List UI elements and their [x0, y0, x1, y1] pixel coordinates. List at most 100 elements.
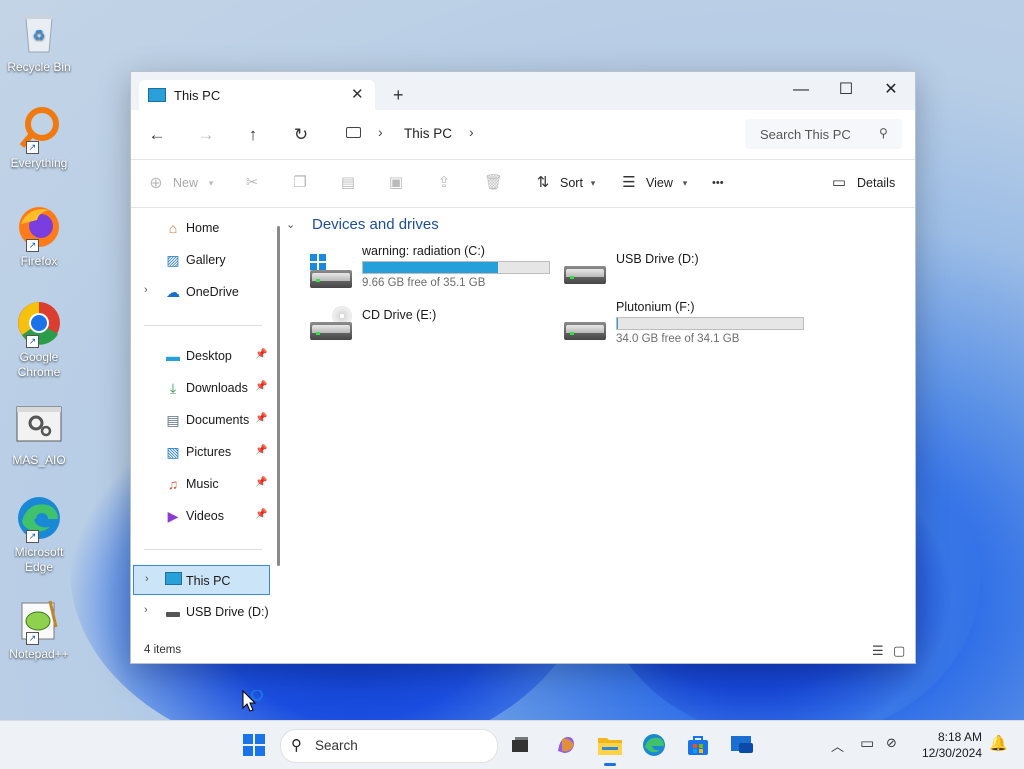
desktop-icon-everything[interactable]: ↗ Everything: [4, 106, 74, 171]
view-button[interactable]: View: [646, 176, 673, 190]
sort-button[interactable]: Sort: [560, 176, 583, 190]
pin-icon[interactable]: 📌: [255, 509, 267, 520]
group-header-devices[interactable]: Devices and drives: [312, 216, 439, 233]
drive-item-e[interactable]: CD Drive (E:): [310, 300, 550, 350]
more-options-button[interactable]: •••: [712, 177, 724, 189]
monitoring-app-icon[interactable]: [729, 733, 755, 759]
chevron-right-icon[interactable]: ›: [469, 124, 474, 140]
drive-usage-bar: [362, 261, 550, 274]
minimize-button[interactable]: —: [786, 78, 816, 102]
chevron-right-icon[interactable]: ›: [378, 124, 383, 140]
sidebar-item-label: Home: [186, 221, 220, 235]
desktop-icon-notepadpp[interactable]: ↗ Notepad++: [4, 597, 74, 662]
monitor-icon: [148, 88, 166, 102]
document-icon: ▤: [166, 412, 180, 428]
copy-icon[interactable]: ❐: [292, 173, 308, 191]
details-pane-icon: ▭: [831, 174, 847, 191]
drive-name: Plutonium (F:): [616, 300, 695, 314]
hard-drive-icon: [564, 312, 606, 342]
sidebar-item-usb-drive[interactable]: › USB Drive (D:): [141, 599, 273, 625]
picture-icon: ▧: [166, 444, 180, 460]
search-box[interactable]: Search This PC ⚲: [745, 119, 902, 149]
microsoft-store-icon[interactable]: [685, 733, 711, 759]
details-view-icon[interactable]: ☰: [872, 643, 884, 659]
new-button[interactable]: New: [173, 176, 198, 190]
pin-icon[interactable]: 📌: [255, 413, 267, 424]
drive-item-c[interactable]: warning: radiation (C:) 9.66 GB free of …: [310, 244, 550, 294]
sidebar-item-documents[interactable]: ▤ Documents 📌: [141, 407, 273, 433]
task-view-icon[interactable]: [507, 733, 533, 759]
network-icon[interactable]: ▭: [860, 734, 874, 752]
taskbar: ⚲ Search ︿ ▭ ⊘ 8:18 AM 12/30/2024 🔔: [0, 720, 1024, 769]
shortcut-arrow-icon: ↗: [26, 530, 39, 543]
desktop-icon-edge[interactable]: ↗ Microsoft Edge: [4, 495, 74, 575]
refresh-button[interactable]: ↻: [289, 123, 313, 147]
shortcut-arrow-icon: ↗: [26, 239, 39, 252]
details-button[interactable]: Details: [857, 176, 895, 190]
rename-icon[interactable]: ▣: [388, 173, 404, 191]
file-explorer-icon[interactable]: [597, 733, 623, 766]
notifications-bell-icon[interactable]: 🔔: [989, 734, 1008, 752]
breadcrumb-this-pc[interactable]: This PC: [404, 126, 452, 141]
desktop-icon-mas-aio[interactable]: MAS_AIO: [4, 403, 74, 468]
chevron-down-icon: ▾: [208, 178, 214, 188]
desktop-icon-recycle-bin[interactable]: ♻ Recycle Bin: [4, 10, 74, 75]
taskbar-search[interactable]: ⚲ Search: [280, 729, 498, 763]
sidebar-item-this-pc[interactable]: › This PC: [133, 565, 270, 595]
sidebar-item-label: Videos: [186, 509, 224, 523]
desktop-icon-chrome[interactable]: ↗ Google Chrome: [4, 300, 74, 380]
up-button[interactable]: ↑: [241, 123, 265, 147]
sidebar-item-videos[interactable]: ▶ Videos 📌: [141, 503, 273, 529]
chevron-down-icon[interactable]: ⌄: [286, 218, 295, 231]
sidebar-item-desktop[interactable]: ▬ Desktop 📌: [141, 343, 273, 369]
chevron-right-icon[interactable]: ›: [145, 573, 149, 585]
volume-muted-icon[interactable]: ⊘: [886, 735, 897, 751]
sidebar-item-pictures[interactable]: ▧ Pictures 📌: [141, 439, 273, 465]
back-button[interactable]: ←: [145, 123, 169, 147]
edge-taskbar-icon[interactable]: [641, 733, 667, 759]
notepadpp-icon: ↗: [16, 597, 62, 645]
pin-icon[interactable]: 📌: [255, 477, 267, 488]
show-hidden-icons-chevron-up-icon[interactable]: ︿: [831, 736, 844, 755]
system-clock[interactable]: 8:18 AM 12/30/2024: [918, 729, 982, 761]
desktop-icon-label: Recycle Bin: [7, 60, 71, 74]
desktop-icon-firefox[interactable]: ↗ Firefox: [4, 204, 74, 269]
delete-icon[interactable]: 🗑: [484, 173, 503, 191]
drive-item-d[interactable]: USB Drive (D:): [564, 244, 804, 294]
maximize-button[interactable]: ☐: [831, 78, 861, 102]
edge-icon: ↗: [16, 495, 62, 543]
pin-icon[interactable]: 📌: [255, 445, 267, 456]
active-app-indicator: [604, 763, 616, 766]
chrome-icon: ↗: [16, 300, 62, 348]
sidebar-item-gallery[interactable]: ▨ Gallery: [141, 247, 273, 273]
sidebar-scrollbar[interactable]: [277, 226, 280, 566]
tab-close-icon[interactable]: ✕: [351, 85, 364, 103]
close-button[interactable]: ✕: [876, 78, 906, 102]
paste-icon[interactable]: ▤: [340, 173, 356, 191]
command-bar: ⊕ New ▾ ✂ ❐ ▤ ▣ ⇪ 🗑 ⇅ Sort ▾ ☰ View ▾ ••…: [131, 160, 915, 208]
address-bar[interactable]: › This PC ›: [336, 119, 736, 149]
pin-icon[interactable]: 📌: [255, 381, 267, 392]
sidebar-item-music[interactable]: ♫ Music 📌: [141, 471, 273, 497]
chevron-right-icon[interactable]: ›: [144, 284, 148, 296]
sidebar-item-home[interactable]: ⌂ Home: [141, 215, 273, 241]
copilot-icon[interactable]: [553, 733, 579, 759]
svg-text:♻: ♻: [33, 27, 46, 43]
tab-this-pc[interactable]: This PC ✕: [139, 80, 375, 110]
forward-button[interactable]: →: [194, 123, 218, 147]
sidebar-item-label: Gallery: [186, 253, 226, 267]
cut-icon[interactable]: ✂: [244, 173, 260, 191]
chevron-down-icon: ▾: [682, 178, 688, 188]
tiles-view-icon[interactable]: ▢: [893, 643, 905, 659]
share-icon[interactable]: ⇪: [436, 173, 452, 191]
start-button[interactable]: [241, 733, 267, 759]
new-tab-button[interactable]: +: [393, 85, 404, 106]
chevron-right-icon[interactable]: ›: [144, 604, 148, 616]
search-icon: ⚲: [291, 737, 302, 754]
pin-icon[interactable]: 📌: [255, 349, 267, 360]
sidebar-item-onedrive[interactable]: › ☁ OneDrive: [141, 279, 273, 305]
drive-item-f[interactable]: Plutonium (F:) 34.0 GB free of 34.1 GB: [564, 300, 804, 350]
desktop-icon-label: Microsoft Edge: [14, 545, 64, 574]
sidebar-item-downloads[interactable]: ⤓ Downloads 📌: [141, 375, 273, 401]
search-placeholder: Search This PC: [760, 127, 851, 142]
